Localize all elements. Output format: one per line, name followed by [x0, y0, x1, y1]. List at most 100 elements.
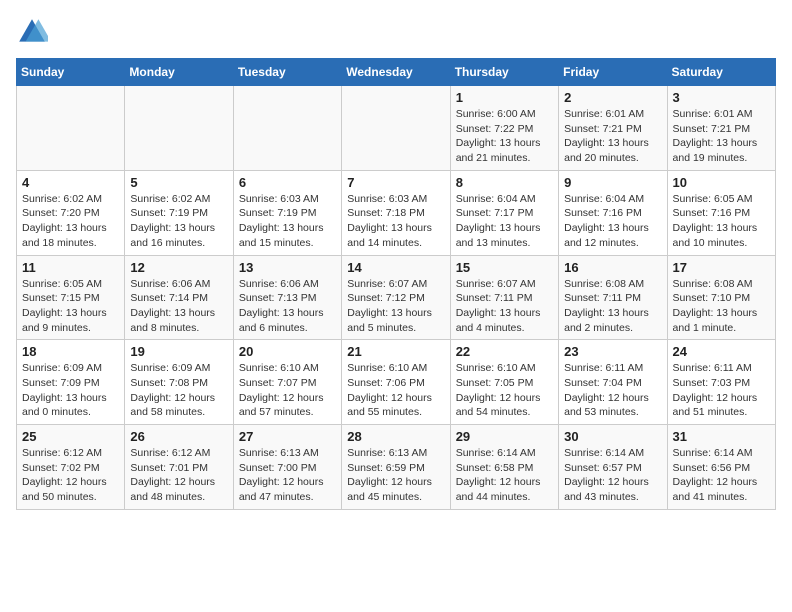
day-info: Sunrise: 6:09 AMSunset: 7:09 PMDaylight:…: [22, 361, 119, 420]
day-header-saturday: Saturday: [667, 59, 775, 86]
day-info: Sunrise: 6:04 AMSunset: 7:16 PMDaylight:…: [564, 192, 661, 251]
day-number: 23: [564, 344, 661, 359]
day-header-tuesday: Tuesday: [233, 59, 341, 86]
day-number: 19: [130, 344, 227, 359]
week-row-1: 1 Sunrise: 6:00 AMSunset: 7:22 PMDaylight…: [17, 86, 776, 171]
day-number: 6: [239, 175, 336, 190]
day-number: 18: [22, 344, 119, 359]
day-number: 9: [564, 175, 661, 190]
calendar-cell: 27 Sunrise: 6:13 AMSunset: 7:00 PMDayligh…: [233, 425, 341, 510]
calendar-cell: 25Sunrise: 6:12 AMSunset: 7:02 PMDayligh…: [17, 425, 125, 510]
calendar-cell: 8Sunrise: 6:04 AMSunset: 7:17 PMDaylight…: [450, 170, 558, 255]
day-number: 8: [456, 175, 553, 190]
calendar-cell: 10 Sunrise: 6:05 AMSunset: 7:16 PMDayligh…: [667, 170, 775, 255]
day-number: 30: [564, 429, 661, 444]
day-info: Sunrise: 6:10 AMSunset: 7:06 PMDaylight:…: [347, 361, 444, 420]
day-number: 17: [673, 260, 770, 275]
day-number: 22: [456, 344, 553, 359]
calendar-cell: 17 Sunrise: 6:08 AMSunset: 7:10 PMDayligh…: [667, 255, 775, 340]
day-number: 13: [239, 260, 336, 275]
day-number: 3: [673, 90, 770, 105]
logo: [16, 16, 52, 48]
calendar-body: 1 Sunrise: 6:00 AMSunset: 7:22 PMDaylight…: [17, 86, 776, 510]
day-info: Sunrise: 6:05 AMSunset: 7:15 PMDaylight:…: [22, 277, 119, 336]
calendar-cell: 5Sunrise: 6:02 AMSunset: 7:19 PMDaylight…: [125, 170, 233, 255]
calendar-cell: 3 Sunrise: 6:01 AMSunset: 7:21 PMDaylight…: [667, 86, 775, 171]
day-number: 14: [347, 260, 444, 275]
day-header-wednesday: Wednesday: [342, 59, 450, 86]
calendar-cell: 15 Sunrise: 6:07 AMSunset: 7:11 PMDayligh…: [450, 255, 558, 340]
calendar-cell: 22 Sunrise: 6:10 AMSunset: 7:05 PMDayligh…: [450, 340, 558, 425]
day-info: Sunrise: 6:00 AMSunset: 7:22 PMDaylight:…: [456, 107, 553, 166]
calendar-cell: 24Sunrise: 6:11 AMSunset: 7:03 PMDayligh…: [667, 340, 775, 425]
calendar-cell: 14 Sunrise: 6:07 AMSunset: 7:12 PMDayligh…: [342, 255, 450, 340]
week-row-5: 25Sunrise: 6:12 AMSunset: 7:02 PMDayligh…: [17, 425, 776, 510]
day-info: Sunrise: 6:01 AMSunset: 7:21 PMDaylight:…: [564, 107, 661, 166]
day-number: 26: [130, 429, 227, 444]
day-number: 25: [22, 429, 119, 444]
calendar-cell: 21 Sunrise: 6:10 AMSunset: 7:06 PMDayligh…: [342, 340, 450, 425]
day-info: Sunrise: 6:07 AMSunset: 7:12 PMDaylight:…: [347, 277, 444, 336]
day-header-sunday: Sunday: [17, 59, 125, 86]
day-info: Sunrise: 6:14 AMSunset: 6:57 PMDaylight:…: [564, 446, 661, 505]
day-info: Sunrise: 6:09 AMSunset: 7:08 PMDaylight:…: [130, 361, 227, 420]
day-number: 28: [347, 429, 444, 444]
day-info: Sunrise: 6:03 AMSunset: 7:19 PMDaylight:…: [239, 192, 336, 251]
day-info: Sunrise: 6:13 AMSunset: 6:59 PMDaylight:…: [347, 446, 444, 505]
day-header-thursday: Thursday: [450, 59, 558, 86]
day-info: Sunrise: 6:05 AMSunset: 7:16 PMDaylight:…: [673, 192, 770, 251]
day-info: Sunrise: 6:13 AMSunset: 7:00 PMDaylight:…: [239, 446, 336, 505]
day-info: Sunrise: 6:02 AMSunset: 7:19 PMDaylight:…: [130, 192, 227, 251]
day-number: 20: [239, 344, 336, 359]
day-header-friday: Friday: [559, 59, 667, 86]
day-info: Sunrise: 6:06 AMSunset: 7:14 PMDaylight:…: [130, 277, 227, 336]
day-info: Sunrise: 6:14 AMSunset: 6:56 PMDaylight:…: [673, 446, 770, 505]
calendar-cell: 11 Sunrise: 6:05 AMSunset: 7:15 PMDayligh…: [17, 255, 125, 340]
day-number: 4: [22, 175, 119, 190]
week-row-3: 11 Sunrise: 6:05 AMSunset: 7:15 PMDayligh…: [17, 255, 776, 340]
day-number: 16: [564, 260, 661, 275]
calendar-cell: [342, 86, 450, 171]
day-number: 27: [239, 429, 336, 444]
day-number: 29: [456, 429, 553, 444]
calendar-cell: 20 Sunrise: 6:10 AMSunset: 7:07 PMDayligh…: [233, 340, 341, 425]
day-info: Sunrise: 6:11 AMSunset: 7:04 PMDaylight:…: [564, 361, 661, 420]
calendar-cell: 19 Sunrise: 6:09 AMSunset: 7:08 PMDayligh…: [125, 340, 233, 425]
calendar-cell: 29Sunrise: 6:14 AMSunset: 6:58 PMDayligh…: [450, 425, 558, 510]
calendar-cell: [17, 86, 125, 171]
calendar-cell: 2 Sunrise: 6:01 AMSunset: 7:21 PMDaylight…: [559, 86, 667, 171]
day-number: 31: [673, 429, 770, 444]
day-info: Sunrise: 6:01 AMSunset: 7:21 PMDaylight:…: [673, 107, 770, 166]
day-info: Sunrise: 6:06 AMSunset: 7:13 PMDaylight:…: [239, 277, 336, 336]
day-number: 11: [22, 260, 119, 275]
day-number: 21: [347, 344, 444, 359]
day-info: Sunrise: 6:12 AMSunset: 7:01 PMDaylight:…: [130, 446, 227, 505]
day-number: 15: [456, 260, 553, 275]
day-number: 1: [456, 90, 553, 105]
calendar-cell: [233, 86, 341, 171]
week-row-2: 4Sunrise: 6:02 AMSunset: 7:20 PMDaylight…: [17, 170, 776, 255]
calendar-table: SundayMondayTuesdayWednesdayThursdayFrid…: [16, 58, 776, 510]
day-number: 12: [130, 260, 227, 275]
day-info: Sunrise: 6:08 AMSunset: 7:10 PMDaylight:…: [673, 277, 770, 336]
calendar-header-row: SundayMondayTuesdayWednesdayThursdayFrid…: [17, 59, 776, 86]
calendar-cell: 4Sunrise: 6:02 AMSunset: 7:20 PMDaylight…: [17, 170, 125, 255]
calendar-cell: 31 Sunrise: 6:14 AMSunset: 6:56 PMDayligh…: [667, 425, 775, 510]
calendar-cell: 26 Sunrise: 6:12 AMSunset: 7:01 PMDayligh…: [125, 425, 233, 510]
calendar-cell: 23 Sunrise: 6:11 AMSunset: 7:04 PMDayligh…: [559, 340, 667, 425]
day-info: Sunrise: 6:11 AMSunset: 7:03 PMDaylight:…: [673, 361, 770, 420]
day-number: 2: [564, 90, 661, 105]
calendar-cell: 9 Sunrise: 6:04 AMSunset: 7:16 PMDaylight…: [559, 170, 667, 255]
day-info: Sunrise: 6:07 AMSunset: 7:11 PMDaylight:…: [456, 277, 553, 336]
day-info: Sunrise: 6:10 AMSunset: 7:05 PMDaylight:…: [456, 361, 553, 420]
day-info: Sunrise: 6:10 AMSunset: 7:07 PMDaylight:…: [239, 361, 336, 420]
week-row-4: 18 Sunrise: 6:09 AMSunset: 7:09 PMDayligh…: [17, 340, 776, 425]
day-number: 10: [673, 175, 770, 190]
day-number: 7: [347, 175, 444, 190]
calendar-cell: 7Sunrise: 6:03 AMSunset: 7:18 PMDaylight…: [342, 170, 450, 255]
calendar-cell: 28 Sunrise: 6:13 AMSunset: 6:59 PMDayligh…: [342, 425, 450, 510]
day-info: Sunrise: 6:08 AMSunset: 7:11 PMDaylight:…: [564, 277, 661, 336]
calendar-cell: 13 Sunrise: 6:06 AMSunset: 7:13 PMDayligh…: [233, 255, 341, 340]
calendar-cell: 30 Sunrise: 6:14 AMSunset: 6:57 PMDayligh…: [559, 425, 667, 510]
calendar-cell: 6 Sunrise: 6:03 AMSunset: 7:19 PMDaylight…: [233, 170, 341, 255]
